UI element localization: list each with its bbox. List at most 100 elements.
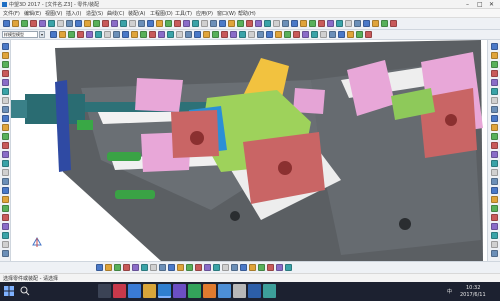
toolbar-tool-icon[interactable] <box>318 20 325 27</box>
toolbar-tool-icon[interactable] <box>345 20 352 27</box>
toolbar-tool-icon[interactable] <box>3 20 10 27</box>
toolbar-tool-icon[interactable] <box>2 124 9 131</box>
toolbar-tool-icon[interactable] <box>491 205 498 212</box>
toolbar-tool-icon[interactable] <box>491 250 498 257</box>
toolbar-tool-icon[interactable] <box>347 31 354 38</box>
toolbar-tool-icon[interactable] <box>123 264 130 271</box>
toolbar-tool-icon[interactable] <box>491 187 498 194</box>
toolbar-tool-icon[interactable] <box>264 20 271 27</box>
menu-insert[interactable]: 插入(I) <box>66 10 81 17</box>
toolbar-tool-icon[interactable] <box>39 20 46 27</box>
toolbar-tool-icon[interactable] <box>309 20 316 27</box>
taskbar-app[interactable] <box>113 284 126 298</box>
toolbar-tool-icon[interactable] <box>282 20 289 27</box>
toolbar-tool-icon[interactable] <box>219 20 226 27</box>
toolbar-tool-icon[interactable] <box>231 264 238 271</box>
toolbar-tool-icon[interactable] <box>2 106 9 113</box>
toolbar-tool-icon[interactable] <box>2 70 9 77</box>
toolbar-tool-icon[interactable] <box>50 31 57 38</box>
toolbar-tool-icon[interactable] <box>177 264 184 271</box>
toolbar-tool-icon[interactable] <box>221 31 228 38</box>
menu-tools[interactable]: 工具(T) <box>175 10 192 17</box>
toolbar-tool-icon[interactable] <box>2 115 9 122</box>
toolbar-tool-icon[interactable] <box>68 31 75 38</box>
toolbar-tool-icon[interactable] <box>491 115 498 122</box>
toolbar-tool-icon[interactable] <box>122 31 129 38</box>
toolbar-tool-icon[interactable] <box>293 31 300 38</box>
toolbar-tool-icon[interactable] <box>372 20 379 27</box>
toolbar-tool-icon[interactable] <box>120 20 127 27</box>
toolbar-tool-icon[interactable] <box>491 160 498 167</box>
toolbar-tool-icon[interactable] <box>174 20 181 27</box>
toolbar-tool-icon[interactable] <box>192 20 199 27</box>
taskbar-app[interactable] <box>203 284 216 298</box>
maximize-button[interactable]: □ <box>477 1 483 8</box>
toolbar-tool-icon[interactable] <box>237 20 244 27</box>
toolbar-tool-icon[interactable] <box>77 31 84 38</box>
menu-edit[interactable]: 编辑(E) <box>24 10 41 17</box>
toolbar-tool-icon[interactable] <box>2 52 9 59</box>
toolbar-tool-icon[interactable] <box>291 20 298 27</box>
toolbar-tool-icon[interactable] <box>183 20 190 27</box>
menu-window[interactable]: 窗口(W) <box>217 10 236 17</box>
toolbar-tool-icon[interactable] <box>2 250 9 257</box>
toolbar-tool-icon[interactable] <box>95 31 102 38</box>
toolbar-tool-icon[interactable] <box>129 20 136 27</box>
toolbar-tool-icon[interactable] <box>491 43 498 50</box>
menu-apps[interactable]: 应用(P) <box>196 10 213 17</box>
toolbar-tool-icon[interactable] <box>57 20 64 27</box>
toolbar-tool-icon[interactable] <box>21 20 28 27</box>
toolbar-tool-icon[interactable] <box>2 241 9 248</box>
toolbar-tool-icon[interactable] <box>2 169 9 176</box>
toolbar-tool-icon[interactable] <box>275 31 282 38</box>
toolbar-tool-icon[interactable] <box>141 264 148 271</box>
part-selector-arrow[interactable]: ▾ <box>39 31 45 38</box>
toolbar-tool-icon[interactable] <box>30 20 37 27</box>
toolbar-tool-icon[interactable] <box>491 241 498 248</box>
toolbar-tool-icon[interactable] <box>203 31 210 38</box>
toolbar-tool-icon[interactable] <box>336 20 343 27</box>
menu-view[interactable]: 视图(V) <box>45 10 62 17</box>
toolbar-tool-icon[interactable] <box>2 142 9 149</box>
toolbar-tool-icon[interactable] <box>2 232 9 239</box>
toolbar-tool-icon[interactable] <box>2 223 9 230</box>
toolbar-tool-icon[interactable] <box>338 31 345 38</box>
toolbar-tool-icon[interactable] <box>2 196 9 203</box>
toolbar-tool-icon[interactable] <box>167 31 174 38</box>
toolbar-tool-icon[interactable] <box>240 264 247 271</box>
toolbar-tool-icon[interactable] <box>105 264 112 271</box>
part-selector-value[interactable]: 样模型模型 <box>2 31 38 38</box>
minimize-button[interactable]: – <box>466 1 469 8</box>
toolbar-tool-icon[interactable] <box>201 20 208 27</box>
taskbar-app[interactable] <box>188 284 201 298</box>
toolbar-tool-icon[interactable] <box>102 20 109 27</box>
toolbar-tool-icon[interactable] <box>2 178 9 185</box>
toolbar-tool-icon[interactable] <box>266 31 273 38</box>
toolbar-tool-icon[interactable] <box>390 20 397 27</box>
toolbar-tool-icon[interactable] <box>258 264 265 271</box>
toolbar-tool-icon[interactable] <box>114 264 121 271</box>
toolbar-tool-icon[interactable] <box>2 133 9 140</box>
toolbar-tool-icon[interactable] <box>491 97 498 104</box>
toolbar-tool-icon[interactable] <box>491 88 498 95</box>
taskbar-app-active[interactable] <box>158 284 171 298</box>
toolbar-tool-icon[interactable] <box>300 20 307 27</box>
toolbar-tool-icon[interactable] <box>285 264 292 271</box>
toolbar-tool-icon[interactable] <box>93 20 100 27</box>
toolbar-tool-icon[interactable] <box>365 31 372 38</box>
toolbar-tool-icon[interactable] <box>228 20 235 27</box>
toolbar-tool-icon[interactable] <box>491 106 498 113</box>
taskbar-app[interactable] <box>173 284 186 298</box>
toolbar-tool-icon[interactable] <box>132 264 139 271</box>
toolbar-tool-icon[interactable] <box>213 264 220 271</box>
toolbar-tool-icon[interactable] <box>113 31 120 38</box>
toolbar-tool-icon[interactable] <box>311 31 318 38</box>
clock-date[interactable]: 2017/6/11 <box>460 292 486 298</box>
toolbar-tool-icon[interactable] <box>186 264 193 271</box>
toolbar-tool-icon[interactable] <box>75 20 82 27</box>
toolbar-tool-icon[interactable] <box>2 43 9 50</box>
taskbar-app[interactable] <box>233 284 246 298</box>
toolbar-tool-icon[interactable] <box>302 31 309 38</box>
toolbar-tool-icon[interactable] <box>491 133 498 140</box>
toolbar-tool-icon[interactable] <box>329 31 336 38</box>
